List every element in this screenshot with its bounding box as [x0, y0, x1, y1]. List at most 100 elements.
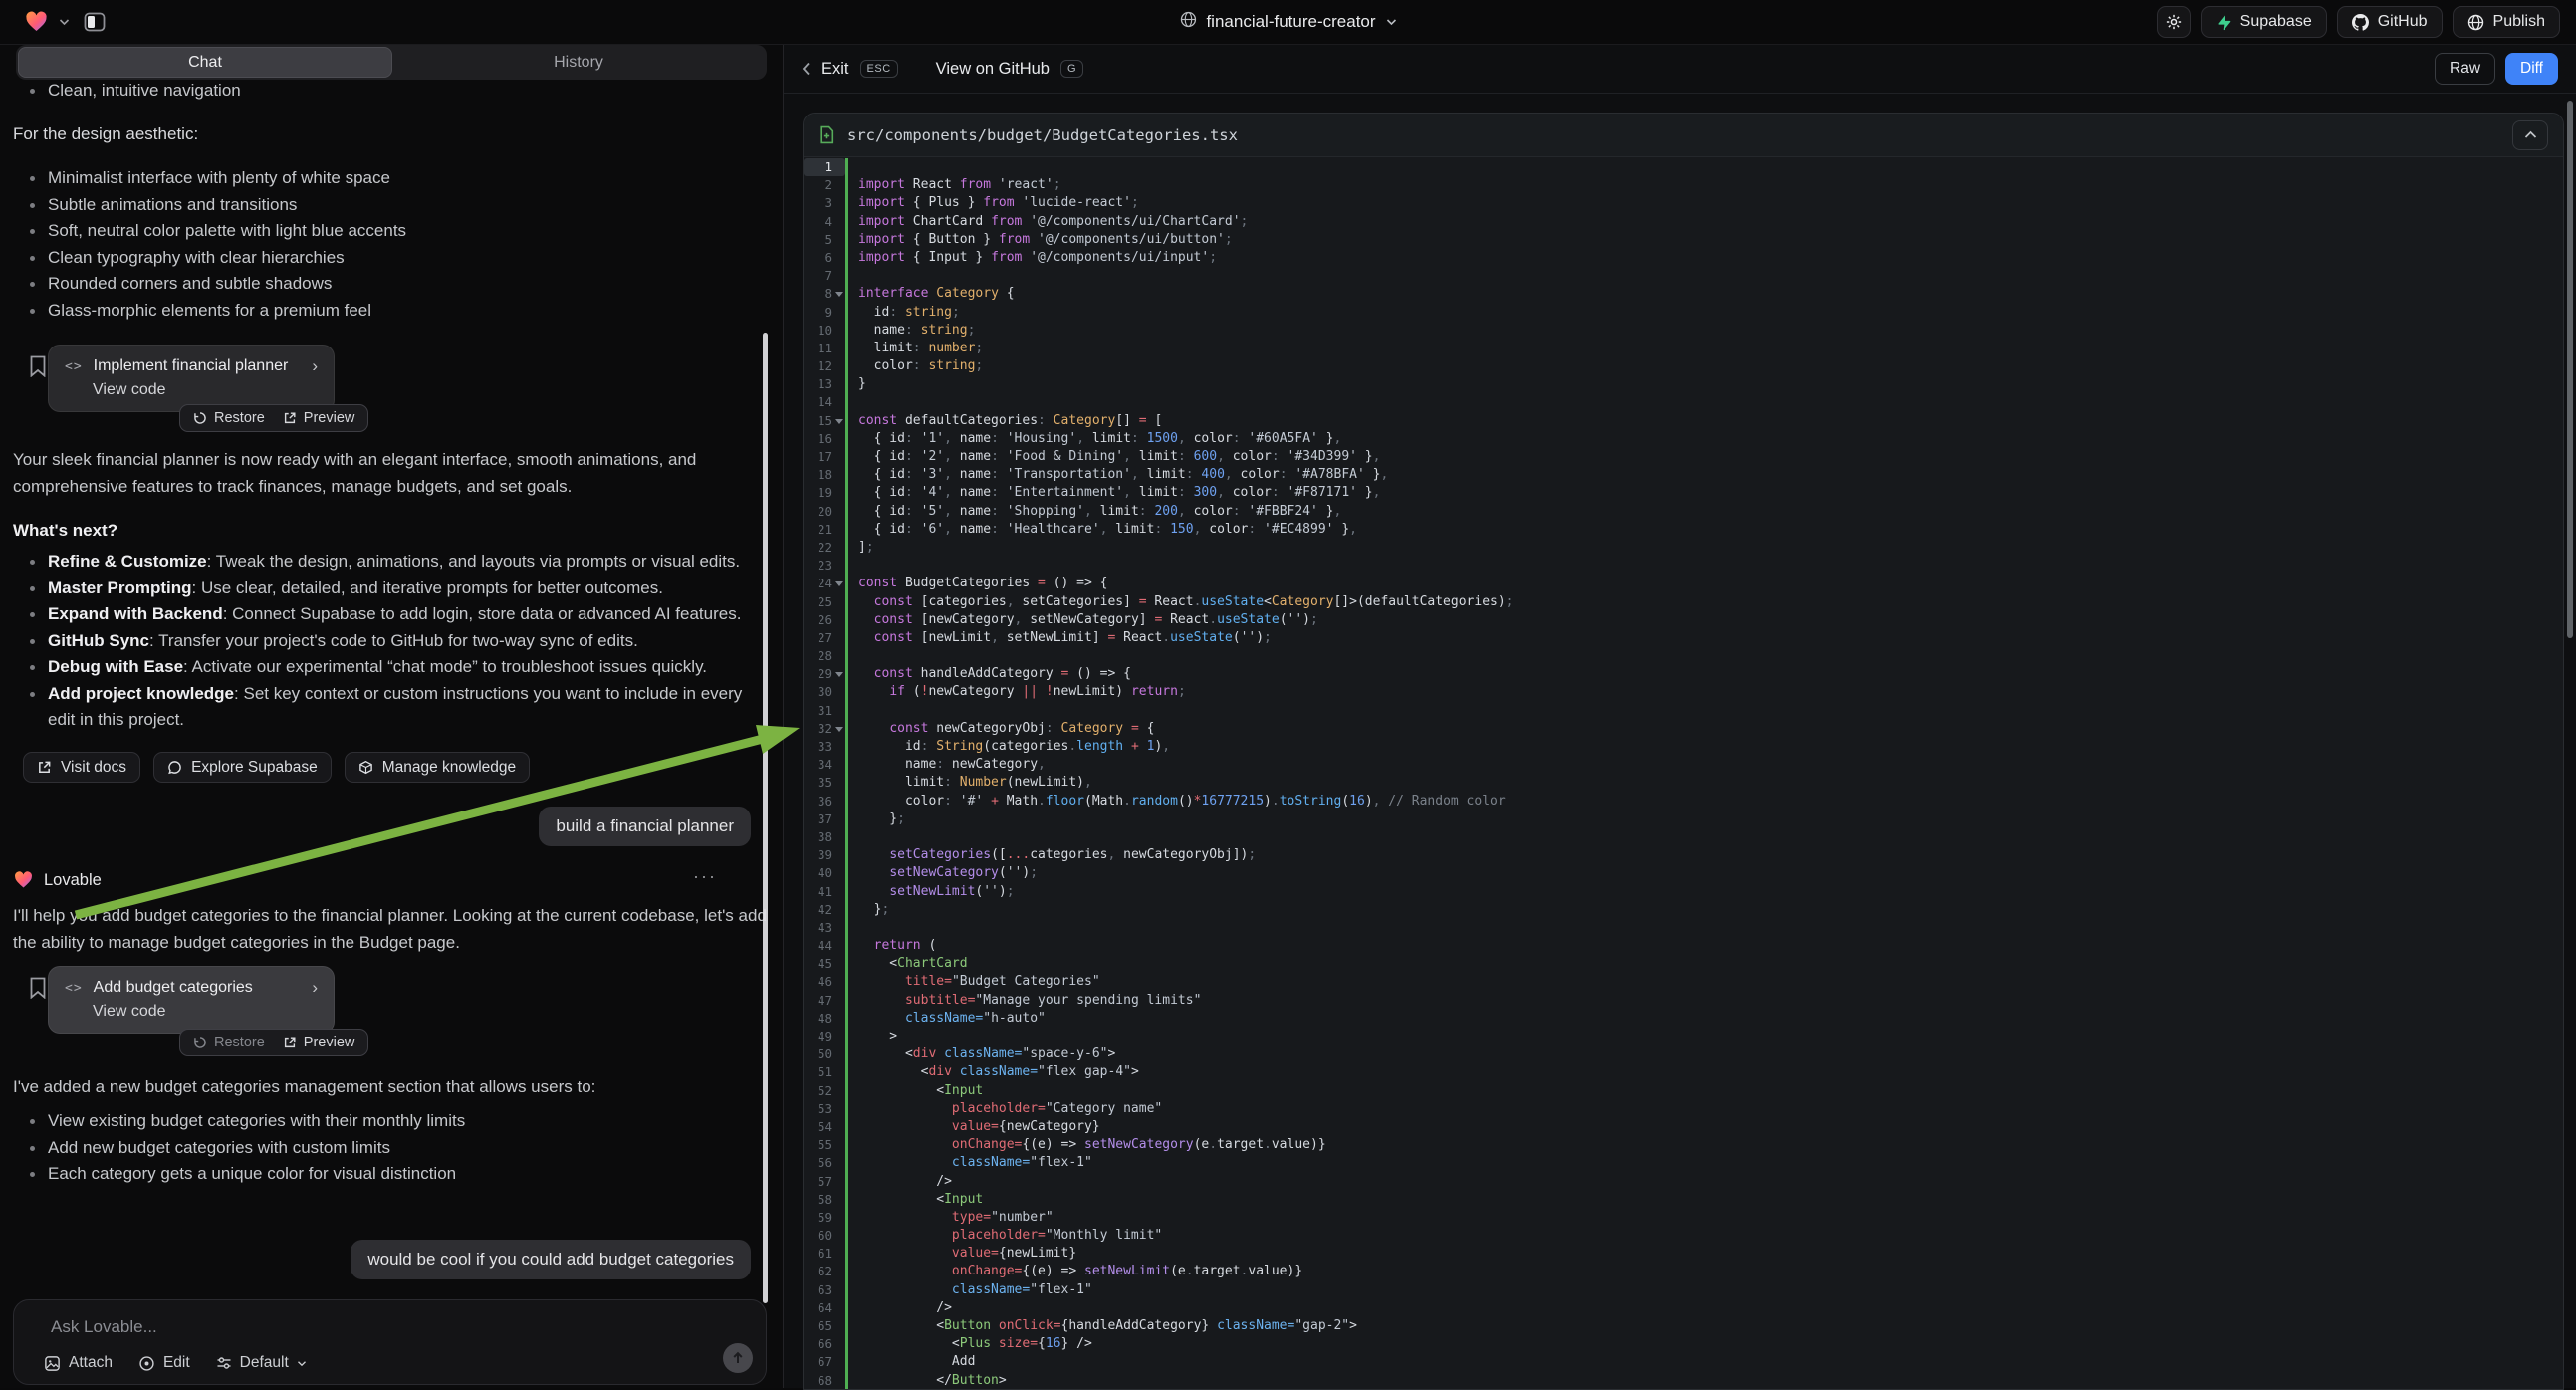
line-number: 45 [804, 955, 845, 973]
view-code-link[interactable]: View code [49, 998, 334, 1021]
edit-label: Edit [163, 1354, 190, 1372]
version-card-implement-financial-planner[interactable]: <> Implement financial planner › View co… [48, 345, 335, 412]
list-item: Soft, neutral color palette with light b… [13, 218, 763, 245]
line-number: 5 [804, 231, 845, 249]
line-number: 2 [804, 176, 845, 194]
visit-docs-button[interactable]: Visit docs [23, 752, 140, 783]
code-line: 56 className="flex-1" [804, 1154, 2563, 1172]
code-line: 20 { id: '5', name: 'Shopping', limit: 2… [804, 503, 2563, 521]
supabase-label: Supabase [2240, 13, 2312, 31]
line-number: 35 [804, 774, 845, 792]
version-card-title: Add budget categories [94, 979, 253, 997]
esc-kbd-badge: ESC [860, 60, 898, 78]
manage-knowledge-label: Manage knowledge [382, 759, 516, 777]
github-button[interactable]: GitHub [2337, 6, 2443, 38]
tip-item: Add project knowledge: Set key context o… [13, 681, 770, 734]
tips-list: Refine & Customize: Tweak the design, an… [13, 549, 770, 734]
image-icon [44, 1355, 61, 1372]
code-text: { id: '2', name: 'Food & Dining', limit:… [848, 448, 2563, 466]
collapse-file-button[interactable] [2512, 120, 2548, 150]
code-line: 41 setNewLimit(''); [804, 883, 2563, 901]
line-number: 22 [804, 539, 845, 557]
code-line: 44 return ( [804, 937, 2563, 955]
edit-button[interactable]: Edit [138, 1354, 190, 1372]
code-line: 43 [804, 919, 2563, 937]
code-text: return ( [848, 937, 2563, 955]
code-text [848, 828, 2563, 846]
assistant-header: Lovable ··· [13, 870, 763, 890]
composer-input[interactable]: Ask Lovable... [51, 1317, 157, 1337]
fold-chevron-icon[interactable] [835, 292, 843, 297]
code-line: 42 }; [804, 901, 2563, 919]
code-line: 3import { Plus } from 'lucide-react'; [804, 194, 2563, 212]
code-text: <Plus size={16} /> [848, 1335, 2563, 1353]
attach-button[interactable]: Attach [44, 1354, 113, 1372]
code-line: 19 { id: '4', name: 'Entertainment', lim… [804, 484, 2563, 502]
code-line: 30 if (!newCategory || !newLimit) return… [804, 683, 2563, 701]
fold-chevron-icon[interactable] [835, 419, 843, 424]
raw-button[interactable]: Raw [2435, 53, 2495, 85]
fold-chevron-icon[interactable] [835, 727, 843, 732]
code-text: limit: Number(newLimit), [848, 774, 2563, 792]
file-header[interactable]: src/components/budget/BudgetCategories.t… [804, 114, 2563, 157]
code-line: 8interface Category { [804, 285, 2563, 303]
line-number: 33 [804, 738, 845, 756]
code-line: 23 [804, 557, 2563, 575]
settings-button[interactable] [2157, 6, 2191, 38]
tip-item: Master Prompting: Use clear, detailed, a… [13, 576, 770, 602]
workspace-chevron-icon[interactable] [59, 13, 70, 31]
fold-chevron-icon[interactable] [835, 581, 843, 586]
code-line: 5import { Button } from '@/components/ui… [804, 231, 2563, 249]
bookmark-icon[interactable] [29, 355, 47, 377]
mode-selector[interactable]: Default [216, 1354, 307, 1372]
code-line: 38 [804, 828, 2563, 846]
line-number: 7 [804, 267, 845, 285]
code-line: 22]; [804, 539, 2563, 557]
code-text [848, 919, 2563, 937]
line-number: 53 [804, 1100, 845, 1118]
code-scrollbar[interactable] [2567, 101, 2573, 638]
code-line: 7 [804, 267, 2563, 285]
bookmark-icon[interactable] [29, 977, 47, 999]
code-text: import { Input } from '@/components/ui/i… [848, 249, 2563, 267]
line-number: 67 [804, 1353, 845, 1371]
code-text: const [newCategory, setNewCategory] = Re… [848, 611, 2563, 629]
line-number: 13 [804, 375, 845, 393]
message-menu-icon[interactable]: ··· [693, 866, 717, 887]
chat-scrollbar[interactable] [763, 333, 768, 1303]
view-code-link[interactable]: View code [49, 376, 334, 399]
exit-button[interactable]: Exit [821, 60, 849, 79]
publish-button[interactable]: Publish [2453, 6, 2560, 38]
whats-next-heading: What's next? [13, 521, 763, 541]
version-card-add-budget-categories[interactable]: <> Add budget categories › View code [48, 966, 335, 1034]
code-text: color: string; [848, 357, 2563, 375]
code-text: placeholder="Monthly limit" [848, 1227, 2563, 1245]
lovable-logo[interactable] [24, 10, 49, 34]
line-number: 54 [804, 1118, 845, 1136]
manage-knowledge-button[interactable]: Manage knowledge [345, 752, 530, 783]
restore-button[interactable]: Restore [193, 1035, 265, 1050]
fold-chevron-icon[interactable] [835, 672, 843, 677]
target-icon [138, 1355, 155, 1372]
tab-history[interactable]: History [392, 47, 765, 78]
line-number: 18 [804, 466, 845, 484]
code-line: 48 className="h-auto" [804, 1010, 2563, 1028]
supabase-button[interactable]: Supabase [2201, 6, 2327, 38]
preview-button[interactable]: Preview [283, 1035, 355, 1050]
view-on-github-button[interactable]: View on GitHub [936, 60, 1050, 79]
sidebar-toggle-icon[interactable] [80, 7, 110, 37]
preview-button[interactable]: Preview [283, 410, 355, 426]
quick-actions: Visit docs Explore Supabase Manage knowl… [23, 752, 530, 783]
chevron-down-icon [297, 1360, 307, 1367]
send-button[interactable] [723, 1343, 753, 1373]
explore-supabase-button[interactable]: Explore Supabase [153, 752, 332, 783]
line-number: 17 [804, 448, 845, 466]
composer[interactable]: Ask Lovable... Attach Edit Default [13, 1299, 767, 1385]
design-heading: For the design aesthetic: [13, 124, 763, 144]
tab-chat[interactable]: Chat [18, 47, 392, 78]
line-number: 4 [804, 213, 845, 231]
project-title-dropdown[interactable]: financial-future-creator [1179, 11, 1396, 33]
restore-button[interactable]: Restore [193, 410, 265, 426]
line-number: 29 [804, 665, 845, 683]
diff-button[interactable]: Diff [2505, 53, 2558, 85]
